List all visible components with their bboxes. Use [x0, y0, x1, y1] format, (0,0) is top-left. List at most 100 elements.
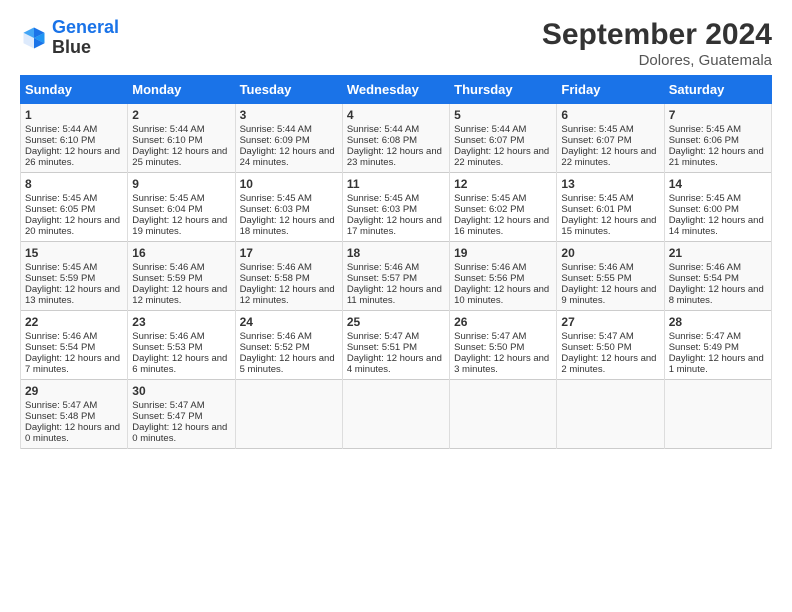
sunset-text: Sunset: 5:59 PM — [25, 273, 95, 284]
day-number: 17 — [240, 246, 338, 260]
sunrise-text: Sunrise: 5:44 AM — [132, 124, 204, 135]
sunset-text: Sunset: 5:50 PM — [561, 342, 631, 353]
sunrise-text: Sunrise: 5:47 AM — [132, 400, 204, 411]
daylight-text: Daylight: 12 hours and 17 minutes. — [347, 215, 442, 237]
calendar-cell: 25Sunrise: 5:47 AMSunset: 5:51 PMDayligh… — [342, 311, 449, 380]
calendar-table: Sunday Monday Tuesday Wednesday Thursday… — [20, 75, 772, 449]
calendar-cell: 3Sunrise: 5:44 AMSunset: 6:09 PMDaylight… — [235, 104, 342, 173]
calendar-cell: 19Sunrise: 5:46 AMSunset: 5:56 PMDayligh… — [450, 242, 557, 311]
day-number: 27 — [561, 315, 659, 329]
calendar-cell: 22Sunrise: 5:46 AMSunset: 5:54 PMDayligh… — [21, 311, 128, 380]
calendar-cell: 2Sunrise: 5:44 AMSunset: 6:10 PMDaylight… — [128, 104, 235, 173]
calendar-cell: 18Sunrise: 5:46 AMSunset: 5:57 PMDayligh… — [342, 242, 449, 311]
sunrise-text: Sunrise: 5:44 AM — [240, 124, 312, 135]
day-number: 1 — [25, 108, 123, 122]
daylight-text: Daylight: 12 hours and 16 minutes. — [454, 215, 549, 237]
title-block: September 2024 Dolores, Guatemala — [542, 18, 772, 69]
sunrise-text: Sunrise: 5:46 AM — [240, 331, 312, 342]
day-number: 12 — [454, 177, 552, 191]
sunrise-text: Sunrise: 5:46 AM — [132, 331, 204, 342]
day-number: 13 — [561, 177, 659, 191]
daylight-text: Daylight: 12 hours and 12 minutes. — [240, 284, 335, 306]
sunrise-text: Sunrise: 5:45 AM — [454, 193, 526, 204]
sunset-text: Sunset: 6:07 PM — [561, 135, 631, 146]
sunset-text: Sunset: 5:50 PM — [454, 342, 524, 353]
sunrise-text: Sunrise: 5:46 AM — [454, 262, 526, 273]
col-friday: Friday — [557, 76, 664, 104]
calendar-cell — [664, 380, 771, 449]
daylight-text: Daylight: 12 hours and 15 minutes. — [561, 215, 656, 237]
sunset-text: Sunset: 6:08 PM — [347, 135, 417, 146]
day-number: 9 — [132, 177, 230, 191]
daylight-text: Daylight: 12 hours and 4 minutes. — [347, 353, 442, 375]
page: General Blue September 2024 Dolores, Gua… — [0, 0, 792, 612]
day-number: 4 — [347, 108, 445, 122]
sunset-text: Sunset: 5:58 PM — [240, 273, 310, 284]
day-number: 3 — [240, 108, 338, 122]
calendar-cell: 26Sunrise: 5:47 AMSunset: 5:50 PMDayligh… — [450, 311, 557, 380]
sunrise-text: Sunrise: 5:45 AM — [240, 193, 312, 204]
sunset-text: Sunset: 6:00 PM — [669, 204, 739, 215]
sunset-text: Sunset: 6:02 PM — [454, 204, 524, 215]
sunset-text: Sunset: 6:04 PM — [132, 204, 202, 215]
col-thursday: Thursday — [450, 76, 557, 104]
sunrise-text: Sunrise: 5:44 AM — [347, 124, 419, 135]
sunset-text: Sunset: 5:49 PM — [669, 342, 739, 353]
calendar-cell: 9Sunrise: 5:45 AMSunset: 6:04 PMDaylight… — [128, 173, 235, 242]
calendar-cell — [235, 380, 342, 449]
logo-line1: General — [52, 17, 119, 37]
sunset-text: Sunset: 5:52 PM — [240, 342, 310, 353]
sunset-text: Sunset: 6:03 PM — [347, 204, 417, 215]
calendar-cell — [342, 380, 449, 449]
daylight-text: Daylight: 12 hours and 11 minutes. — [347, 284, 442, 306]
col-saturday: Saturday — [664, 76, 771, 104]
calendar-cell: 4Sunrise: 5:44 AMSunset: 6:08 PMDaylight… — [342, 104, 449, 173]
daylight-text: Daylight: 12 hours and 6 minutes. — [132, 353, 227, 375]
daylight-text: Daylight: 12 hours and 19 minutes. — [132, 215, 227, 237]
logo-text: General Blue — [52, 18, 119, 58]
day-number: 29 — [25, 384, 123, 398]
day-number: 18 — [347, 246, 445, 260]
day-number: 19 — [454, 246, 552, 260]
daylight-text: Daylight: 12 hours and 14 minutes. — [669, 215, 764, 237]
calendar-cell: 16Sunrise: 5:46 AMSunset: 5:59 PMDayligh… — [128, 242, 235, 311]
daylight-text: Daylight: 12 hours and 25 minutes. — [132, 146, 227, 168]
calendar-cell: 6Sunrise: 5:45 AMSunset: 6:07 PMDaylight… — [557, 104, 664, 173]
day-number: 20 — [561, 246, 659, 260]
daylight-text: Daylight: 12 hours and 5 minutes. — [240, 353, 335, 375]
daylight-text: Daylight: 12 hours and 1 minute. — [669, 353, 764, 375]
daylight-text: Daylight: 12 hours and 0 minutes. — [132, 422, 227, 444]
sunset-text: Sunset: 5:54 PM — [25, 342, 95, 353]
calendar-cell — [450, 380, 557, 449]
logo-icon — [20, 24, 48, 52]
sunset-text: Sunset: 6:01 PM — [561, 204, 631, 215]
calendar-row: 22Sunrise: 5:46 AMSunset: 5:54 PMDayligh… — [21, 311, 772, 380]
sunrise-text: Sunrise: 5:45 AM — [347, 193, 419, 204]
sunrise-text: Sunrise: 5:47 AM — [25, 400, 97, 411]
calendar-cell: 17Sunrise: 5:46 AMSunset: 5:58 PMDayligh… — [235, 242, 342, 311]
sunrise-text: Sunrise: 5:46 AM — [132, 262, 204, 273]
sunrise-text: Sunrise: 5:45 AM — [561, 124, 633, 135]
day-number: 30 — [132, 384, 230, 398]
calendar-cell: 10Sunrise: 5:45 AMSunset: 6:03 PMDayligh… — [235, 173, 342, 242]
sunset-text: Sunset: 6:05 PM — [25, 204, 95, 215]
calendar-cell: 12 Sunrise: 5:45 AMSunset: 6:02 PMDayligh… — [450, 173, 557, 242]
sunrise-text: Sunrise: 5:46 AM — [561, 262, 633, 273]
sunrise-text: Sunrise: 5:45 AM — [561, 193, 633, 204]
sunset-text: Sunset: 6:03 PM — [240, 204, 310, 215]
daylight-text: Daylight: 12 hours and 12 minutes. — [132, 284, 227, 306]
day-number: 14 — [669, 177, 767, 191]
sunset-text: Sunset: 5:48 PM — [25, 411, 95, 422]
header: General Blue September 2024 Dolores, Gua… — [20, 18, 772, 69]
calendar-cell: 28Sunrise: 5:47 AMSunset: 5:49 PMDayligh… — [664, 311, 771, 380]
sunrise-text: Sunrise: 5:47 AM — [347, 331, 419, 342]
sunrise-text: Sunrise: 5:46 AM — [347, 262, 419, 273]
calendar-cell: 14Sunrise: 5:45 AMSunset: 6:00 PMDayligh… — [664, 173, 771, 242]
calendar-cell: 8Sunrise: 5:45 AMSunset: 6:05 PMDaylight… — [21, 173, 128, 242]
day-number: 28 — [669, 315, 767, 329]
day-number: 7 — [669, 108, 767, 122]
sunset-text: Sunset: 5:56 PM — [454, 273, 524, 284]
sunset-text: Sunset: 5:47 PM — [132, 411, 202, 422]
calendar-cell — [557, 380, 664, 449]
daylight-text: Daylight: 12 hours and 20 minutes. — [25, 215, 120, 237]
